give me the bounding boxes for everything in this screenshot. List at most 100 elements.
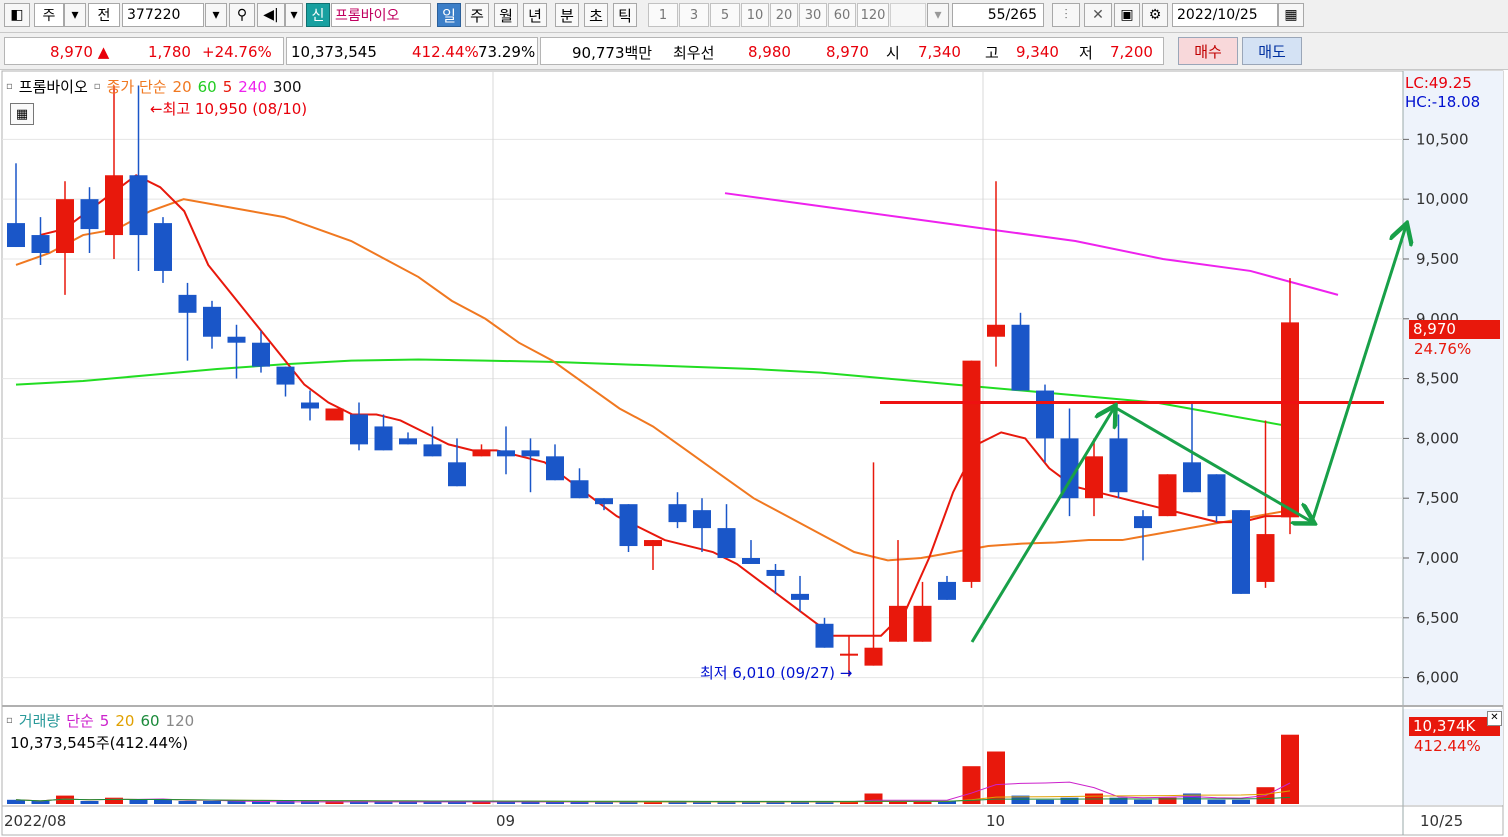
interval-5[interactable]: 5 [710,3,740,27]
volume-bar [105,797,123,804]
interval-120-label: 120 [860,7,886,23]
volume-legend-ma120[interactable]: 120 [166,712,195,730]
volume-value: 10,373,545 [291,43,377,61]
period-second[interactable]: 초 [584,3,608,27]
interval-3[interactable]: 3 [679,3,709,27]
candle-up [864,647,883,666]
search-icon[interactable]: ⚲ [229,3,255,27]
market-prefix[interactable]: 전 [88,3,120,27]
interval-30[interactable]: 30 [799,3,827,27]
legend-ma-title[interactable]: 종가 단순 [107,76,167,97]
interval-60[interactable]: 60 [828,3,856,27]
candle-down [668,504,687,523]
legend-ma5[interactable]: 5 [223,78,233,96]
candle-down [938,581,956,600]
candle-down [766,569,785,576]
period-minute[interactable]: 분 [555,3,579,27]
best-label-text: 최우선 [673,43,715,62]
interval-custom-input[interactable] [890,3,926,27]
chart-canvas[interactable]: 10,50010,0009,5009,0008,5008,0007,5007,0… [0,70,1508,837]
trade-value: 90,773백만 [572,39,652,65]
layout-icon[interactable]: ◧ [4,3,30,27]
candle-down [693,510,711,529]
volume-legend-title[interactable]: 거래량 [19,710,60,731]
candle-down [546,456,564,481]
period-tick[interactable]: 틱 [613,3,637,27]
legend-stock-name[interactable]: 프롬바이오 [19,76,88,97]
crosshair-icon[interactable]: ✕ [1084,3,1112,27]
volume-legend-ma-title[interactable]: 단순 [66,710,94,731]
period-week[interactable]: 주 [465,3,489,27]
y-tick-label: 6,500 [1416,609,1459,627]
candle-down [350,414,368,445]
period-tick-label: 틱 [618,6,632,25]
interval-120[interactable]: 120 [857,3,889,27]
volume: 10,373,545 [291,39,377,65]
candle-down [399,438,417,445]
legend-ma20[interactable]: 20 [173,78,192,96]
pin-icon[interactable]: ⫶ [1052,3,1080,27]
sell-button[interactable]: 매도 [1242,37,1302,65]
x-label-right-text: 10/25 [1420,812,1464,830]
legend-ma300[interactable]: 300 [273,78,302,96]
interval-1[interactable]: 1 [648,3,678,27]
close-icon[interactable]: ✕ [1487,711,1502,726]
period-day[interactable]: 일 [437,3,461,27]
legend-ma60[interactable]: 60 [198,78,217,96]
chevron-down-icon[interactable]: ▾ [285,3,303,27]
y-tick-label: 9,500 [1416,250,1459,268]
grid-table-icon[interactable]: ▦ [10,103,34,125]
candle-down [497,450,515,457]
volume-bar [1281,734,1299,804]
candle-down [1207,474,1226,517]
candle-down [301,402,319,409]
legend-ma240[interactable]: 240 [238,78,267,96]
candle-down [791,593,809,600]
best-ask-value: 8,980 [748,43,791,61]
period-year[interactable]: 년 [523,3,547,27]
stock-code-input[interactable]: 377220 [122,3,204,27]
volume-legend-ma60[interactable]: 60 [140,712,159,730]
candle-up [644,540,662,547]
volume-bar [864,793,883,804]
current-price-tag-text: 8,970 [1413,320,1456,338]
stock-name: 프롬바이오 [331,3,431,27]
buy-button[interactable]: 매수 [1178,37,1238,65]
gear-icon[interactable]: ⚙ [1142,3,1168,27]
legend-square-icon: ▫ [93,81,101,92]
interval-20[interactable]: 20 [770,3,798,27]
legend-square-icon: ▫ [6,81,13,92]
chevron-down-icon[interactable]: ▾ [205,3,227,27]
period-month[interactable]: 월 [494,3,518,27]
lc-label-text: LC:49.25 [1405,74,1472,92]
price-change-value: 1,780 [148,43,191,61]
chevron-down-icon[interactable]: ▾ [64,3,86,27]
candle-down [1109,438,1128,493]
candle-down [374,426,393,451]
volume-legend-ma5[interactable]: 5 [100,712,110,730]
candle-down [1011,324,1030,391]
date-input[interactable]: 2022/10/25 [1172,3,1278,27]
candle-up [325,408,344,421]
best-bid: 8,970 [826,39,869,65]
candle-down [815,623,834,648]
candle-down [717,528,736,558]
best-bid-value: 8,970 [826,43,869,61]
market-type-select[interactable]: 주 [34,3,64,27]
interval-60-label: 60 [833,7,851,23]
low-label: 저 [1079,39,1093,65]
current-pct-tag: 24.76% [1414,340,1471,358]
candle-up [913,605,932,642]
interval-10[interactable]: 10 [741,3,769,27]
calendar-icon[interactable]: ▦ [1278,3,1304,27]
candle-down [619,504,638,547]
save-icon[interactable]: ▣ [1114,3,1140,27]
chevron-down-icon[interactable]: ▾ [927,3,949,27]
volume-bar [129,799,148,804]
interval-5-label: 5 [720,7,730,23]
volume-legend-ma20[interactable]: 20 [115,712,134,730]
credit-badge-label: 신 [311,8,325,24]
volume-bar [178,801,197,804]
chart-border [1,70,1504,836]
speaker-icon[interactable]: ◀| [257,3,285,27]
